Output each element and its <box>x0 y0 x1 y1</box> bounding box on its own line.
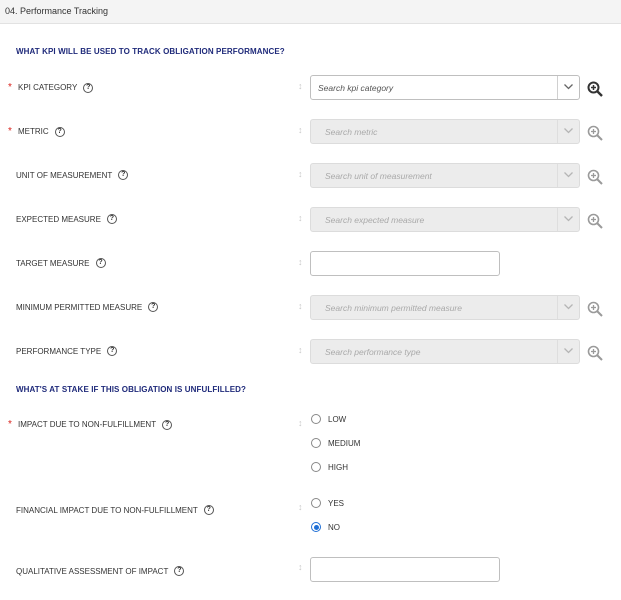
target-measure-input[interactable] <box>310 251 500 276</box>
chevron-down-icon <box>557 208 579 231</box>
metric-label: * METRIC ? <box>8 126 65 137</box>
expected-measure-label: EXPECTED MEASURE ? <box>16 214 117 224</box>
chevron-down-icon <box>557 164 579 187</box>
financial-impact-label: FINANCIAL IMPACT DUE TO NON-FULFILLMENT … <box>16 505 214 515</box>
performance-type-select: Search performance type <box>310 339 580 364</box>
kpi-category-select[interactable]: Search kpi category <box>310 75 580 100</box>
target-measure-label: TARGET MEASURE ? <box>16 258 106 268</box>
chevron-down-icon <box>557 120 579 143</box>
radio-button[interactable] <box>311 462 321 472</box>
financial-option-yes[interactable]: YES <box>311 498 344 508</box>
radio-button-selected[interactable] <box>311 522 321 532</box>
help-icon[interactable]: ? <box>162 419 173 430</box>
zoom-in-icon <box>587 125 603 141</box>
help-icon[interactable]: ? <box>203 505 214 515</box>
unit-of-measurement-select: Search unit of measurement <box>310 163 580 188</box>
sort-icon: ↕ <box>298 257 303 267</box>
sort-icon: ↕ <box>298 301 303 311</box>
impact-option-medium[interactable]: MEDIUM <box>311 438 360 448</box>
minimum-permitted-measure-label: MINIMUM PERMITTED MEASURE ? <box>16 302 159 312</box>
qualitative-assessment-label: QUALITATIVE ASSESSMENT OF IMPACT ? <box>16 566 185 576</box>
help-icon[interactable]: ? <box>107 346 118 356</box>
sort-icon: ↕ <box>298 125 303 135</box>
sort-icon: ↕ <box>298 418 303 428</box>
help-icon[interactable]: ? <box>148 302 159 312</box>
stake-section-title: WHAT'S AT STAKE IF THIS OBLIGATION IS UN… <box>16 385 246 394</box>
help-icon[interactable]: ? <box>118 170 129 180</box>
radio-button[interactable] <box>311 438 321 448</box>
zoom-in-icon <box>587 345 603 361</box>
sort-icon: ↕ <box>298 502 303 512</box>
minimum-permitted-measure-select: Search minimum permitted measure <box>310 295 580 320</box>
radio-button[interactable] <box>311 414 321 424</box>
help-icon[interactable]: ? <box>83 82 94 93</box>
zoom-in-icon <box>587 301 603 317</box>
metric-select: Search metric <box>310 119 580 144</box>
zoom-in-icon <box>587 213 603 229</box>
unit-of-measurement-label: UNIT OF MEASUREMENT ? <box>16 170 129 180</box>
kpi-category-label: * KPI CATEGORY ? <box>8 82 94 93</box>
help-icon[interactable]: ? <box>106 214 117 224</box>
help-icon[interactable]: ? <box>174 566 185 576</box>
qualitative-assessment-input[interactable] <box>310 557 500 582</box>
zoom-in-icon[interactable] <box>587 81 603 97</box>
section-header: 04. Performance Tracking <box>0 0 621 24</box>
chevron-down-icon[interactable] <box>557 76 579 99</box>
sort-icon: ↕ <box>298 81 303 91</box>
radio-button[interactable] <box>311 498 321 508</box>
impact-option-low[interactable]: LOW <box>311 414 346 424</box>
financial-option-no[interactable]: NO <box>311 522 340 532</box>
sort-icon: ↕ <box>298 169 303 179</box>
impact-label: * IMPACT DUE TO NON-FULFILLMENT ? <box>8 419 173 430</box>
help-icon[interactable]: ? <box>95 258 106 268</box>
sort-icon: ↕ <box>298 562 303 572</box>
performance-type-label: PERFORMANCE TYPE ? <box>16 346 118 356</box>
section-header-title: 04. Performance Tracking <box>5 6 109 16</box>
chevron-down-icon <box>557 296 579 319</box>
sort-icon: ↕ <box>298 213 303 223</box>
help-icon[interactable]: ? <box>54 126 65 137</box>
zoom-in-icon <box>587 169 603 185</box>
sort-icon: ↕ <box>298 345 303 355</box>
expected-measure-select: Search expected measure <box>310 207 580 232</box>
kpi-section-title: WHAT KPI WILL BE USED TO TRACK OBLIGATIO… <box>16 47 285 56</box>
impact-option-high[interactable]: HIGH <box>311 462 348 472</box>
chevron-down-icon <box>557 340 579 363</box>
